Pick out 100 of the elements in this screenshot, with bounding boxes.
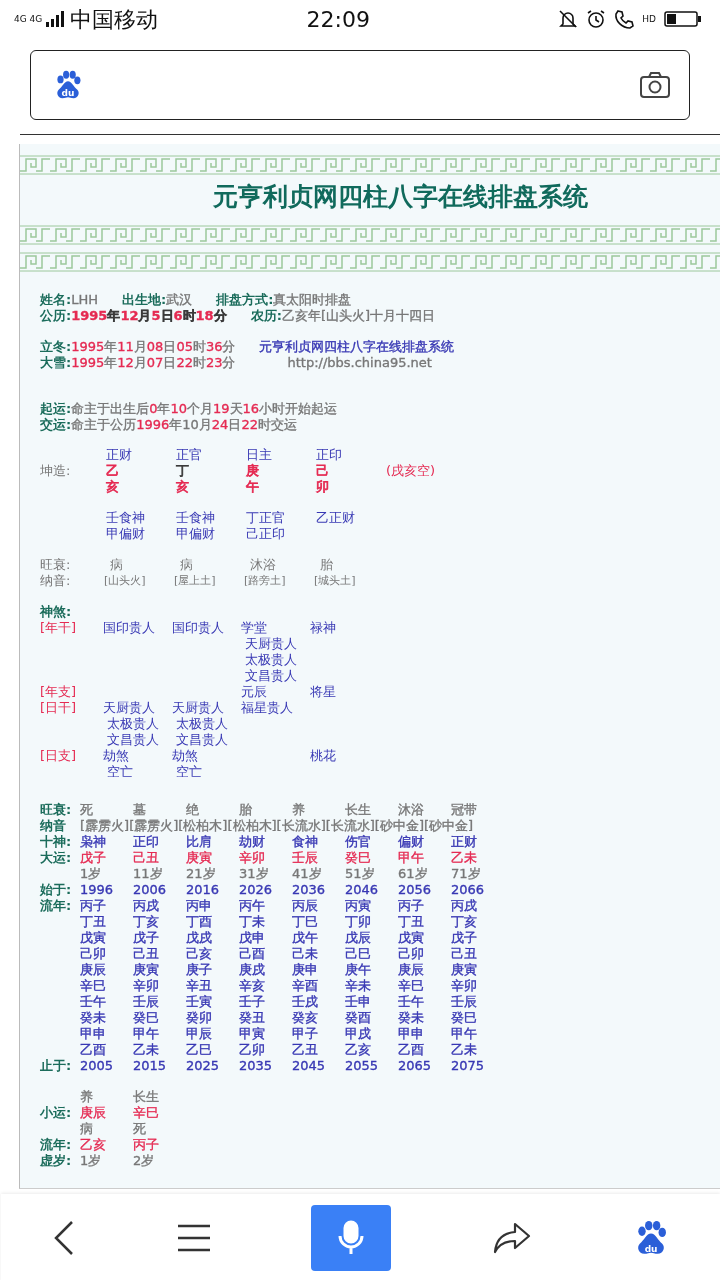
grid-cell: 死	[80, 802, 93, 818]
grid-cell: 偏财	[398, 834, 424, 850]
share-button[interactable]	[493, 1222, 532, 1254]
grid-cell: 庚申	[292, 962, 318, 978]
grid-cell: 癸酉	[345, 1010, 371, 1026]
grid-cell: 戊子	[133, 930, 159, 946]
grid-cell: 比肩	[186, 834, 212, 850]
grid-cell: 癸卯	[186, 1010, 212, 1026]
grid-cell: 病	[80, 1121, 93, 1137]
grid-cell: 丁酉	[186, 914, 212, 930]
shensha-item: 劫煞	[103, 748, 130, 764]
field-value: 1995年12月 5日6时18分	[71, 308, 227, 323]
grid-cell: 61岁	[398, 866, 428, 882]
grid-cell: 31岁	[239, 866, 269, 882]
grid-cell: 辛未	[345, 978, 371, 994]
grid-cell: 癸未	[80, 1010, 106, 1026]
grid-cell: 戊午	[292, 930, 318, 946]
camera-icon[interactable]	[639, 71, 671, 99]
grid-cell: 乙酉	[80, 1042, 106, 1058]
grid-cell: 正印	[133, 834, 159, 850]
grid-cell: 戊寅	[80, 930, 106, 946]
grid-cell: 己卯	[398, 946, 424, 962]
field-label: 起运:	[40, 401, 72, 416]
baidu-paw-logo[interactable]: du	[53, 70, 83, 100]
grid-cell: 乙卯	[239, 1042, 265, 1058]
grid-cell: 癸巳	[133, 1010, 159, 1026]
grid-cell: [城头土]	[314, 573, 356, 589]
grid-cell: 甲寅	[239, 1026, 265, 1042]
shensha-item: 文昌贵人	[175, 732, 228, 748]
shensha-item: 空亡	[175, 764, 202, 780]
shensha-item: 福星贵人	[241, 700, 293, 716]
grid-cell: 庚子	[186, 962, 212, 978]
grid-cell: 71岁	[451, 866, 481, 882]
grid-cell: 2035	[239, 1058, 273, 1074]
grid-cell: 己未	[292, 946, 318, 962]
baidu-paw-logo[interactable]: du	[633, 1220, 670, 1256]
grid-cell: 丙子	[133, 1137, 159, 1153]
grid-cell: 2055	[345, 1058, 379, 1074]
ten-god-label: 日主	[246, 447, 272, 463]
grid-cell: 戊戌	[186, 930, 212, 946]
row-label: 旺衰:	[40, 557, 71, 573]
grid-cell: 丙寅	[345, 898, 371, 914]
muted-bell-icon	[558, 9, 579, 29]
grid-cell: 庚辰	[80, 1105, 106, 1121]
grid-cell: 乙亥	[80, 1137, 106, 1153]
grid-cell: 2065	[398, 1058, 432, 1074]
grid-cell: 辛巳	[133, 1105, 159, 1121]
grid-cell: 戊子	[451, 930, 477, 946]
grid-cell: 1岁	[80, 1153, 102, 1169]
grid-cell: 2005	[80, 1058, 114, 1074]
row-label: 纳音:	[40, 573, 71, 589]
grid-cell: 41岁	[292, 866, 322, 882]
microphone-icon[interactable]	[338, 1220, 365, 1256]
site-link[interactable]: 元亨利贞网四柱八字在线排盘系统	[259, 339, 455, 355]
row-label: 大运:	[40, 850, 72, 866]
heavenly-stem: 丁	[176, 463, 189, 479]
voice-button[interactable]	[311, 1205, 392, 1271]
shensha-item: 太极贵人	[244, 652, 297, 668]
grid-cell: 丁巳	[292, 914, 318, 930]
grid-cell: 己酉	[239, 946, 265, 962]
shensha-item: 天厨贵人	[103, 700, 156, 716]
grid-cell: 庚戌	[239, 962, 265, 978]
grid-cell: 2015	[133, 1058, 167, 1074]
grid-cell: 甲戌	[345, 1026, 371, 1042]
grid-cell: 庚午	[345, 962, 371, 978]
menu-button[interactable]	[177, 1223, 210, 1253]
row-label: 十神:	[40, 834, 72, 850]
grid-cell: 冠带	[451, 802, 477, 818]
grid-cell: 丁未	[239, 914, 265, 930]
grid-cell: 丙戌	[133, 898, 159, 914]
field-value: 命主于出生后0年10个月 19天16小时开始起运	[71, 401, 338, 416]
grid-cell: 丁丑	[398, 914, 424, 930]
grid-cell: 壬午	[398, 994, 424, 1010]
search-bar[interactable]: du	[30, 50, 690, 120]
clock-time: 22:09	[306, 5, 371, 34]
row-label: 始于:	[40, 882, 72, 898]
grid-cell: [山头火]	[104, 573, 146, 589]
grid-cell: 己巳	[345, 946, 371, 962]
grid-cell: 丙子	[398, 898, 424, 914]
grid-cell: 丁卯	[345, 914, 371, 930]
grid-cell: 绝	[186, 802, 199, 818]
signal-icon	[46, 11, 67, 27]
field-label: 立冬:	[40, 339, 72, 354]
grid-cell: 辛卯	[239, 850, 265, 866]
row-label: 流年:	[40, 898, 72, 914]
grid-cell: 2056	[398, 882, 432, 898]
grid-cell: 丙申	[186, 898, 212, 914]
void-branches: (戌亥空)	[386, 463, 436, 479]
field-value: 武汉	[166, 292, 193, 307]
grid-cell: 辛卯	[133, 978, 159, 994]
grid-cell: 壬申	[345, 994, 371, 1010]
row-label: [日干]	[40, 700, 77, 717]
earthly-branch: 亥	[176, 479, 189, 495]
shensha-item: 将星	[310, 684, 336, 700]
grid-cell: [屋上土]	[174, 573, 216, 589]
grid-cell: 己丑	[451, 946, 477, 962]
field-value: 1995年12月07 日 22时23分	[71, 355, 236, 370]
carrier-name: 中国移动	[70, 5, 159, 34]
grid-cell: 11岁	[133, 866, 163, 882]
shensha-item: 文昌贵人	[106, 732, 159, 748]
